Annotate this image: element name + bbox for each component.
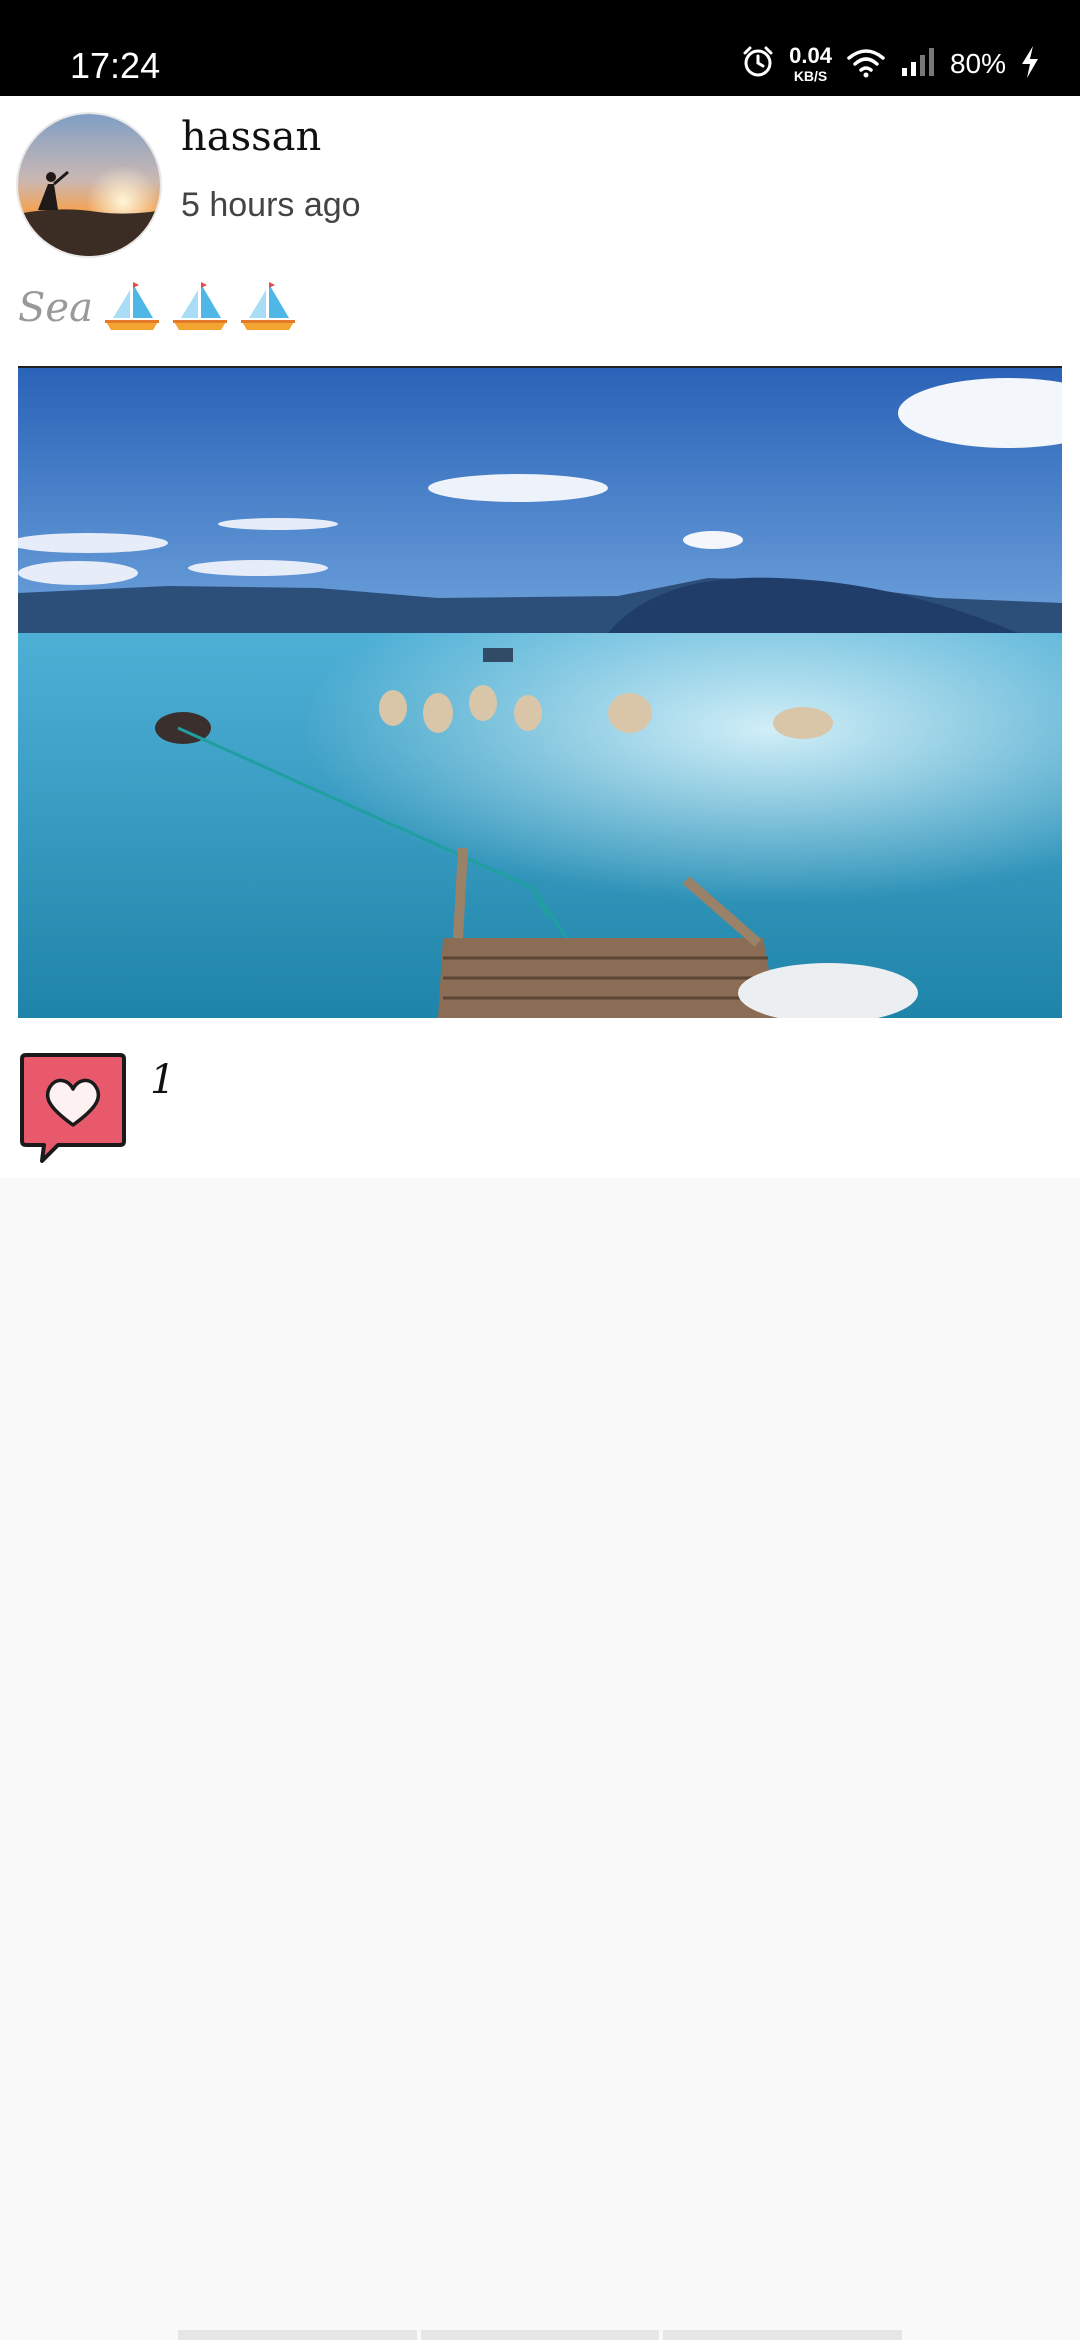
charging-icon xyxy=(1020,45,1040,83)
battery-level: 80% xyxy=(949,48,1006,79)
home-indicator-segment xyxy=(178,2330,417,2340)
post-photo[interactable] xyxy=(18,366,1062,1018)
like-row: 1 xyxy=(18,1051,175,1171)
sailboat-emoji-icon xyxy=(103,280,161,336)
heart-like-icon[interactable] xyxy=(18,1051,128,1167)
username[interactable]: hassan xyxy=(181,114,321,160)
caption-text: Sea xyxy=(18,285,93,331)
sailboat-emoji-icon xyxy=(239,280,297,336)
post-card: hassan 5 hours ago Sea 1 xyxy=(0,96,1080,1178)
status-icons: 0.04 KB/S 80% xyxy=(741,44,1040,84)
like-count: 1 xyxy=(150,1057,176,1103)
wifi-icon xyxy=(846,46,886,82)
speed-unit: KB/S xyxy=(793,68,828,84)
sailboat-emoji-icon xyxy=(171,280,229,336)
status-bar: 17:24 0.04 KB/S 80% xyxy=(0,0,1080,96)
post-caption: Sea xyxy=(18,278,297,338)
speed-value: 0.04 xyxy=(789,43,832,68)
signal-icon xyxy=(900,46,936,82)
alarm-icon xyxy=(741,45,775,83)
home-indicator xyxy=(178,2330,903,2340)
home-indicator-segment xyxy=(663,2330,903,2340)
status-time: 17:24 xyxy=(70,45,161,86)
post-timestamp: 5 hours ago xyxy=(181,186,361,224)
network-speed: 0.04 KB/S xyxy=(789,43,832,84)
home-indicator-segment xyxy=(420,2330,660,2340)
avatar[interactable] xyxy=(16,112,162,258)
